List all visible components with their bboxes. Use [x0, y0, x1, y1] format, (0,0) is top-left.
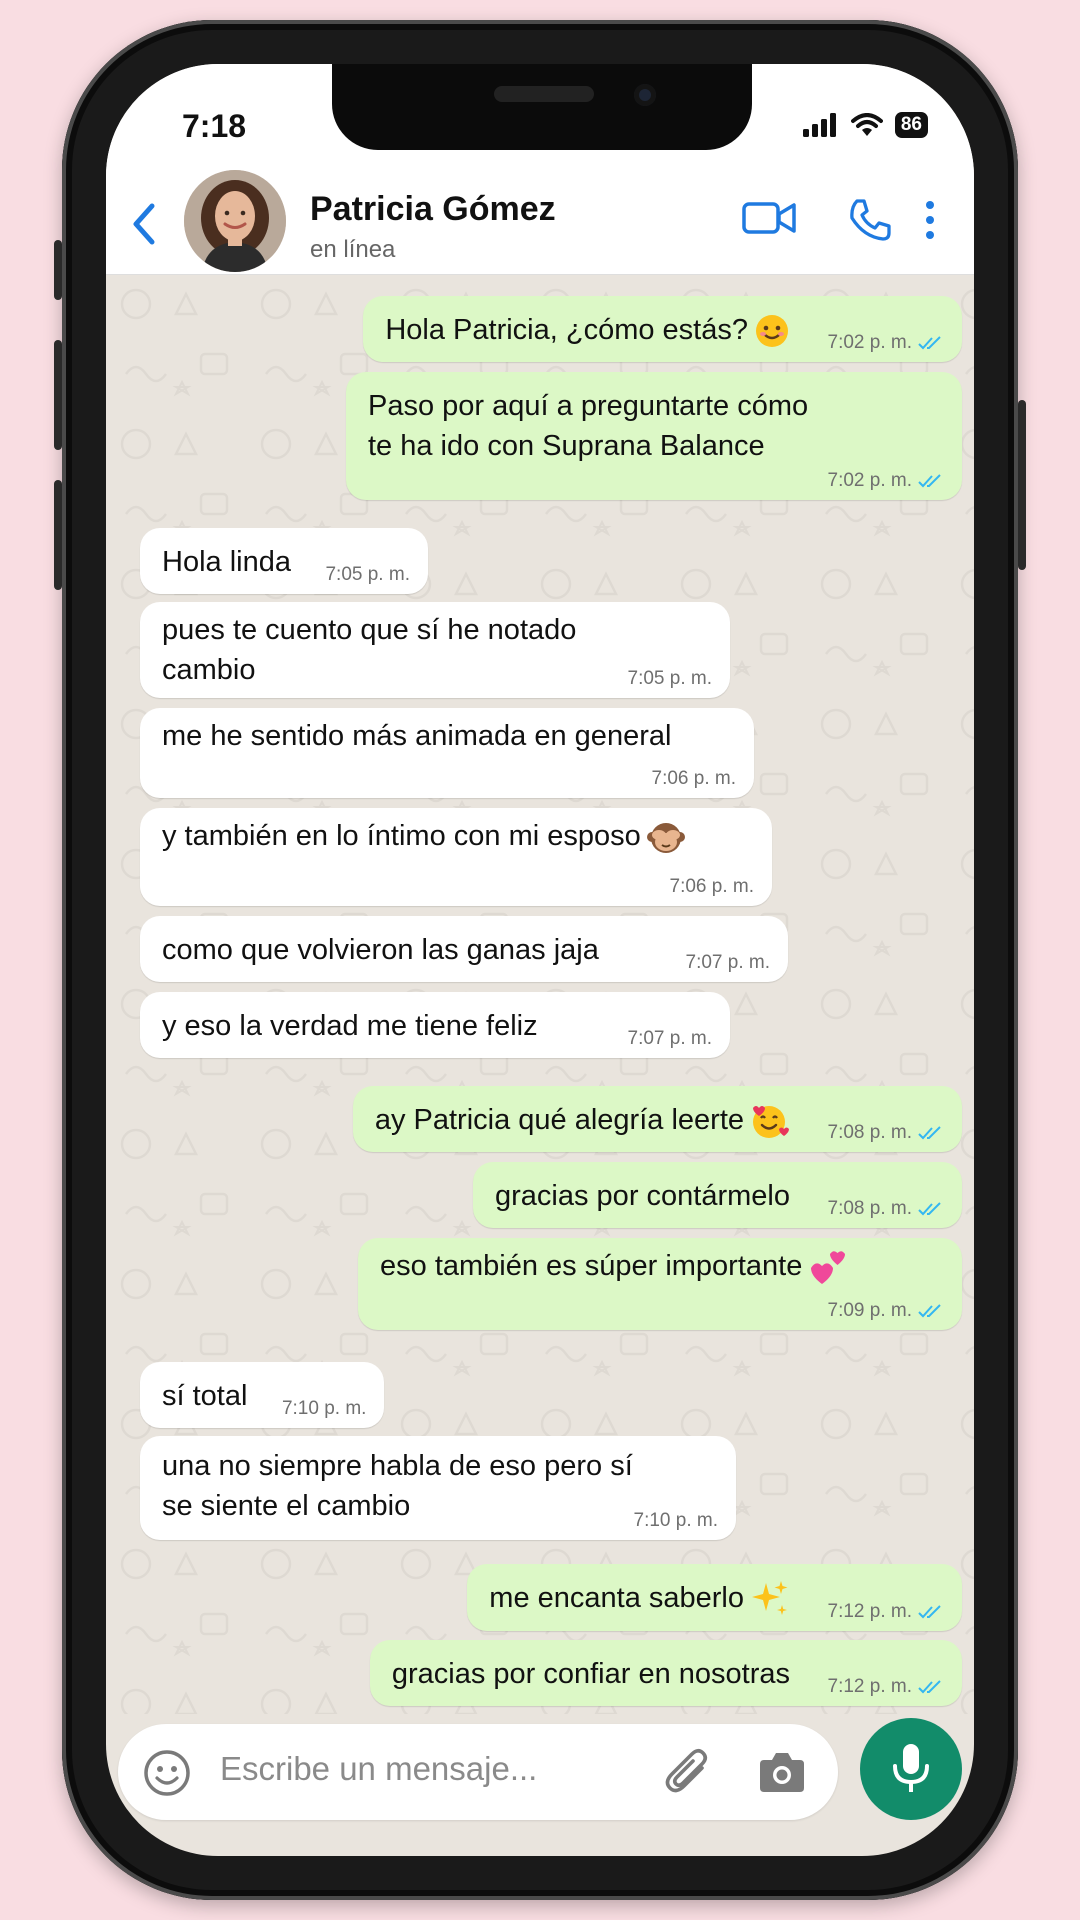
- power-button: [1018, 400, 1026, 570]
- message-text: y eso la verdad me tiene feliz: [162, 1010, 538, 1042]
- message-time: 7:08 p. m.: [827, 1198, 913, 1219]
- message-time: 7:02 p. m.: [827, 332, 913, 353]
- message-text: pues te cuento que sí he notado cambio: [162, 614, 577, 686]
- message-bubble[interactable]: me he sentido más animada en general 7:0…: [140, 708, 754, 798]
- message-meta: 7:07 p. m.: [628, 1028, 713, 1050]
- message-time: 7:07 p. m.: [685, 952, 771, 973]
- battery-indicator: 86: [894, 112, 928, 138]
- double-check-read-icon: [918, 1304, 941, 1318]
- message-bubble[interactable]: gracias por confiar en nosotras 7:12 p. …: [369, 1640, 962, 1706]
- message-text: me he sentido más animada en general: [162, 720, 672, 752]
- message-meta: 7:12 p. m.: [828, 1601, 945, 1623]
- two-hearts-emoji-icon: [811, 1251, 846, 1285]
- message-meta: 7:05 p. m.: [325, 564, 410, 586]
- message-text: eso también es súper importante: [380, 1246, 940, 1286]
- message-text: y también en lo íntimo con mi esposo: [162, 816, 750, 856]
- message-bubble[interactable]: como que volvieron las ganas jaja 7:07 p…: [140, 916, 788, 982]
- phone-call-icon[interactable]: [848, 198, 892, 242]
- message-bubble[interactable]: sí total 7:10 p. m.: [140, 1362, 385, 1428]
- message-bubble[interactable]: y eso la verdad me tiene feliz 7:07 p. m…: [140, 992, 730, 1058]
- more-options-icon[interactable]: [924, 200, 936, 240]
- message-bubble[interactable]: ay Patricia qué alegría leerte 7:08 p. m…: [352, 1086, 962, 1153]
- smiling-face-emoji-icon: [756, 315, 788, 348]
- message-meta: 7:08 p. m.: [828, 1122, 945, 1144]
- message-bubble[interactable]: Paso por aquí a preguntarte cómo te ha i…: [346, 372, 962, 500]
- message-text: como que volvieron las ganas jaja: [162, 934, 599, 966]
- see-no-evil-monkey-emoji-icon: [646, 823, 685, 854]
- volume-down-button: [54, 480, 62, 590]
- attach-clip-icon[interactable]: [664, 1746, 712, 1798]
- camera-icon[interactable]: [758, 1750, 806, 1794]
- double-check-read-icon: [918, 474, 941, 488]
- message-input[interactable]: Escribe un mensaje...: [220, 1750, 537, 1788]
- message-time: 7:08 p. m.: [827, 1122, 913, 1144]
- message-bubble[interactable]: Hola linda 7:05 p. m.: [140, 528, 428, 594]
- message-meta: 7:09 p. m.: [828, 1300, 945, 1322]
- message-meta: 7:10 p. m.: [634, 1510, 719, 1532]
- message-bubble[interactable]: Hola Patricia, ¿cómo estás? 7:02 p. m.: [363, 296, 962, 362]
- double-check-read-icon: [918, 336, 941, 350]
- message-meta: 7:10 p. m.: [282, 1398, 367, 1420]
- microphone-icon: [893, 1744, 929, 1792]
- status-icons: 86: [802, 112, 928, 138]
- notch: [332, 64, 752, 150]
- double-check-read-icon: [918, 1680, 941, 1694]
- double-check-read-icon: [918, 1126, 941, 1140]
- message-meta: 7:02 p. m.: [828, 470, 945, 492]
- volume-up-button: [54, 340, 62, 450]
- chat-area: Hola Patricia, ¿cómo estás? 7:02 p. m. P…: [106, 274, 974, 1714]
- cellular-signal-icon: [802, 113, 836, 137]
- emoji-picker-icon[interactable]: [142, 1748, 192, 1798]
- message-meta: 7:02 p. m.: [828, 332, 945, 354]
- message-input-bar: Escribe un mensaje...: [118, 1724, 838, 1820]
- message-bubble[interactable]: pues te cuento que sí he notado cambio 7…: [140, 602, 730, 698]
- message-time: 7:12 p. m.: [827, 1676, 913, 1697]
- message-time: 7:10 p. m.: [633, 1510, 719, 1531]
- double-check-read-icon: [918, 1202, 941, 1216]
- message-time: 7:06 p. m.: [651, 768, 737, 789]
- message-text: una no siempre habla de eso pero sí se s…: [162, 1450, 633, 1522]
- message-bubble[interactable]: gracias por contármelo 7:08 p. m.: [473, 1162, 962, 1228]
- phone-frame: 7:18 86 Patricia Gómez en línea Hola Pat…: [54, 20, 1026, 1900]
- message-time: 7:05 p. m.: [325, 564, 410, 585]
- contact-name[interactable]: Patricia Gómez: [310, 190, 556, 229]
- message-time: 7:10 p. m.: [281, 1398, 367, 1419]
- message-time: 7:02 p. m.: [827, 470, 913, 491]
- message-meta: 7:05 p. m.: [628, 668, 713, 690]
- message-meta: 7:06 p. m.: [670, 876, 755, 898]
- contact-status: en línea: [310, 236, 396, 263]
- message-time: 7:07 p. m.: [627, 1028, 713, 1049]
- message-time: 7:12 p. m.: [827, 1601, 913, 1623]
- message-time: 7:06 p. m.: [669, 876, 755, 897]
- status-time: 7:18: [182, 108, 247, 144]
- silent-switch: [54, 240, 62, 300]
- message-bubble[interactable]: me encanta saberlo 7:12 p. m.: [467, 1564, 962, 1632]
- message-bubble[interactable]: y también en lo íntimo con mi esposo 7:0…: [140, 808, 772, 906]
- smiling-face-with-hearts-emoji-icon: [753, 1106, 789, 1139]
- voice-record-button[interactable]: [860, 1718, 962, 1820]
- message-meta: 7:06 p. m.: [652, 768, 737, 790]
- double-check-read-icon: [918, 1605, 941, 1619]
- contact-avatar[interactable]: [184, 170, 286, 272]
- video-call-icon[interactable]: [742, 198, 796, 238]
- message-bubble[interactable]: eso también es súper importante 7:09 p. …: [358, 1238, 962, 1330]
- earpiece: [494, 86, 594, 102]
- message-time: 7:05 p. m.: [627, 668, 713, 689]
- wifi-icon: [850, 113, 883, 136]
- message-bubble[interactable]: una no siempre habla de eso pero sí se s…: [140, 1436, 736, 1540]
- message-text: Paso por aquí a preguntarte cómo te ha i…: [368, 390, 809, 462]
- message-meta: 7:07 p. m.: [686, 952, 771, 974]
- message-meta: 7:12 p. m.: [828, 1676, 945, 1698]
- sparkles-emoji-icon: [752, 1581, 788, 1616]
- chat-header: Patricia Gómez en línea: [106, 164, 974, 275]
- back-arrow-icon[interactable]: [128, 202, 162, 246]
- message-time: 7:09 p. m.: [827, 1300, 913, 1321]
- front-camera: [634, 84, 656, 106]
- message-meta: 7:08 p. m.: [828, 1198, 945, 1220]
- screen: 7:18 86 Patricia Gómez en línea Hola Pat…: [106, 64, 974, 1856]
